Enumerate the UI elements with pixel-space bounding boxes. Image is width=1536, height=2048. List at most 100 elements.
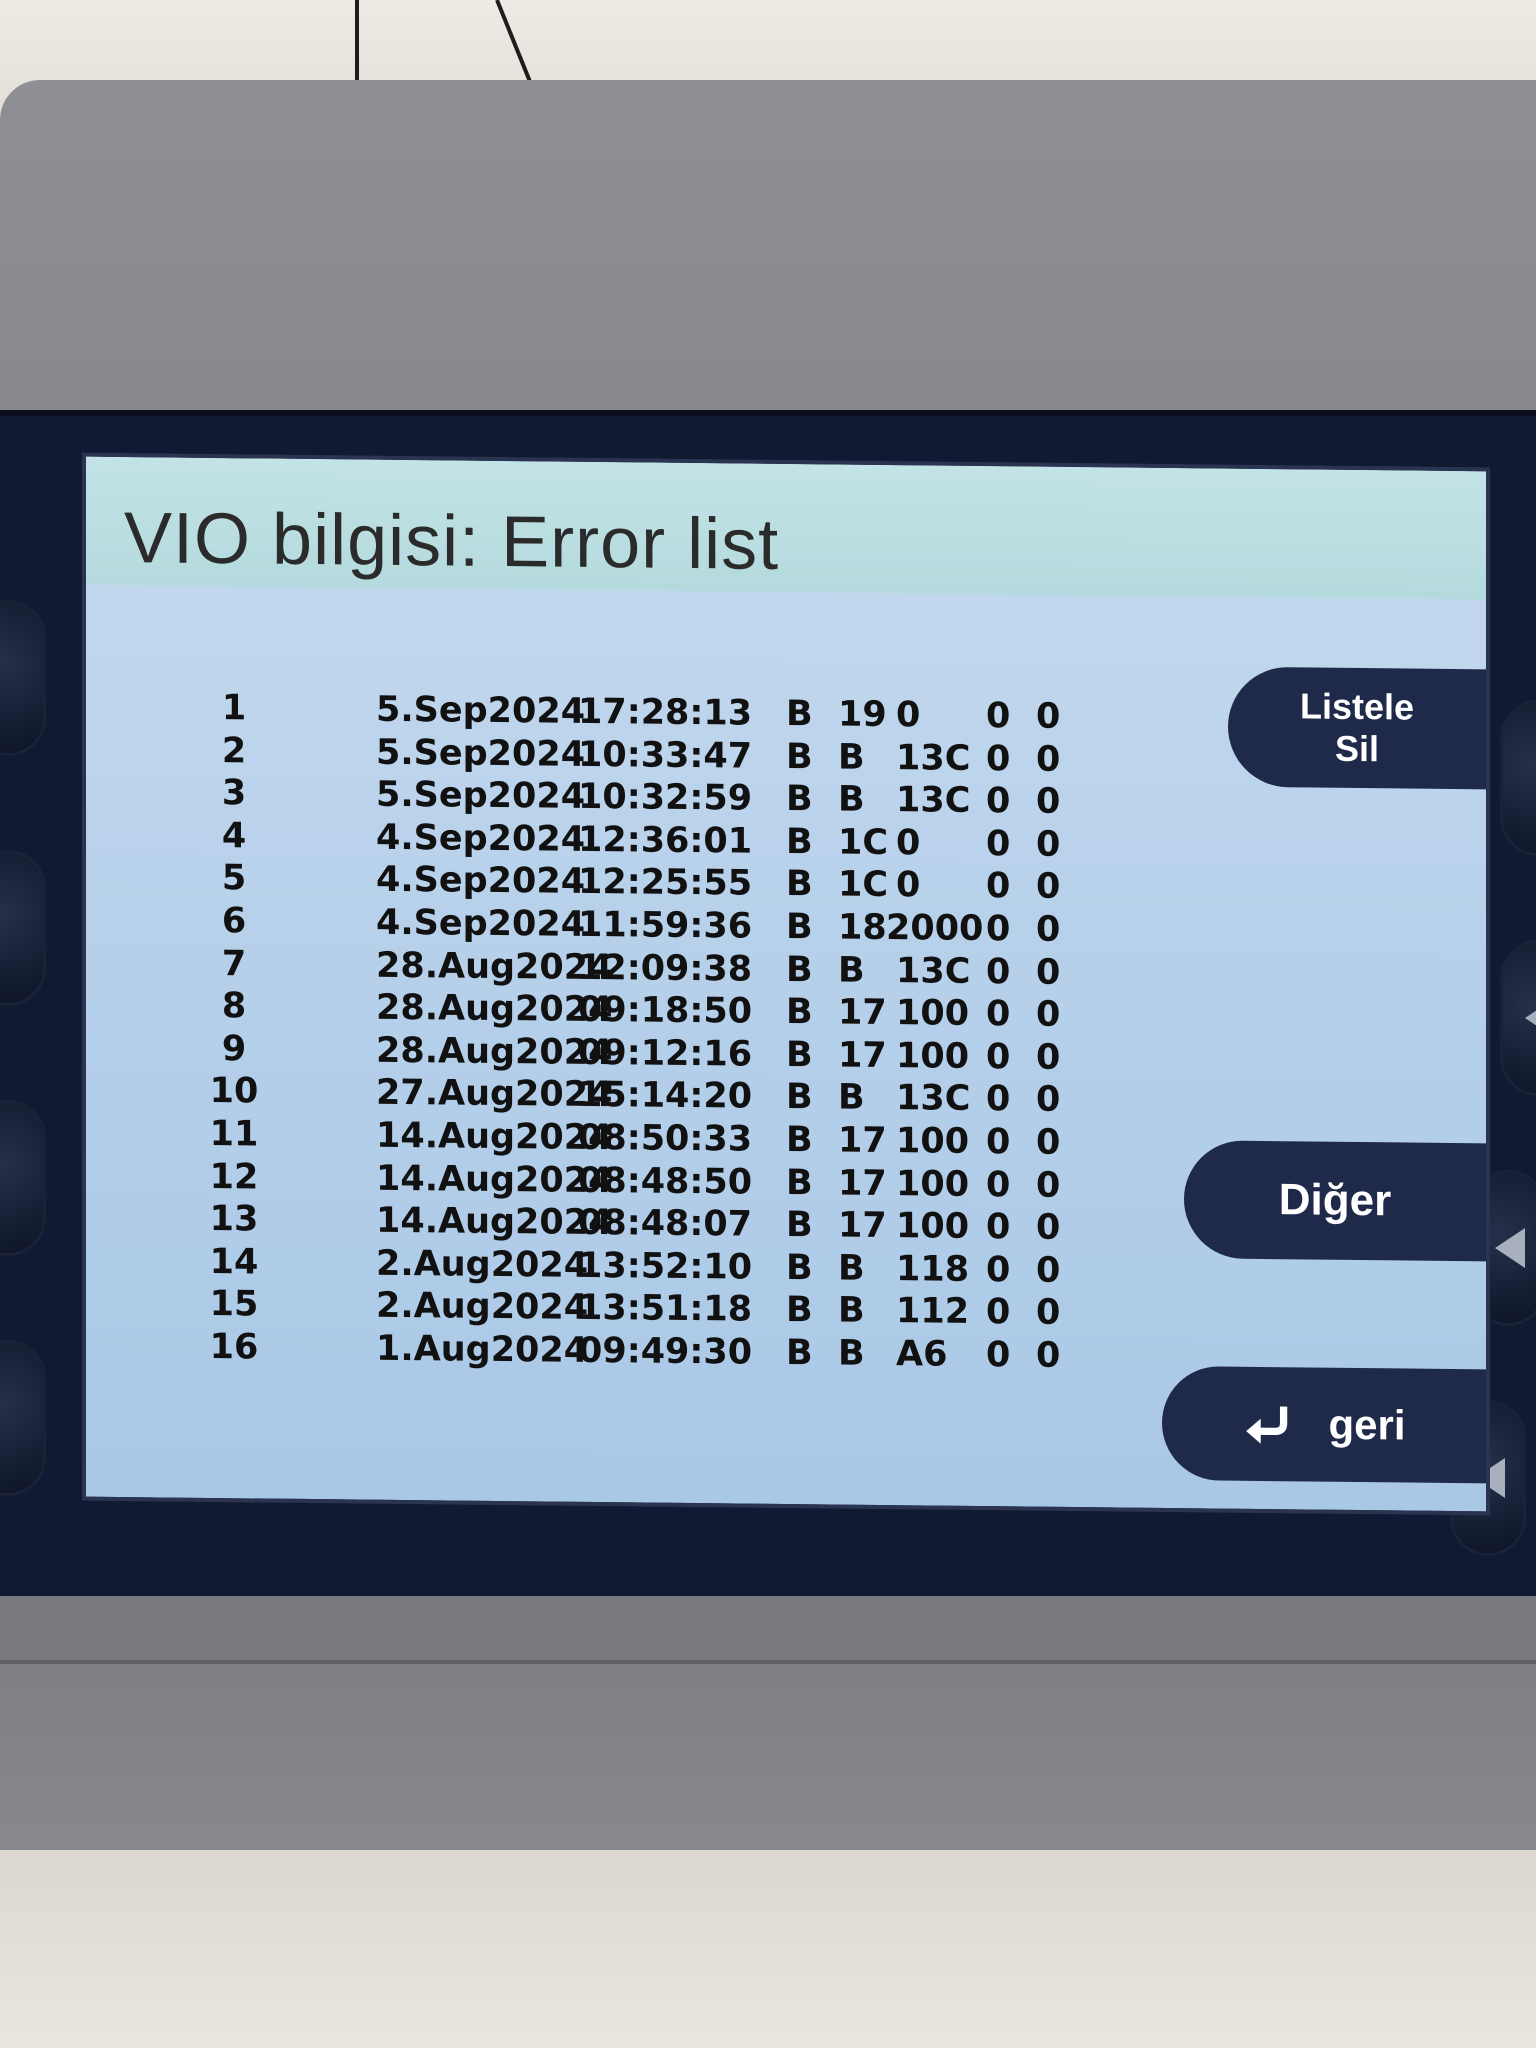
row-code: 0	[986, 1249, 1011, 1291]
row-code: B	[786, 779, 813, 820]
row-code: 13C	[896, 950, 971, 992]
row-code: 0	[986, 909, 1011, 950]
row-number: 4	[221, 815, 247, 857]
right-side-button-2[interactable]	[1500, 940, 1536, 1096]
row-code: B	[838, 1290, 865, 1332]
row-code: B	[786, 1290, 813, 1331]
row-time: 08:50:33	[578, 1117, 753, 1160]
row-code: 0	[1036, 994, 1061, 1036]
row-time: 17:28:13	[578, 691, 753, 734]
row-code: 100	[896, 1035, 970, 1077]
other-label: Diğer	[1278, 1175, 1392, 1226]
row-code: 0	[1036, 781, 1061, 823]
row-code: 18	[838, 907, 887, 949]
row-number: 10	[209, 1071, 259, 1112]
row-code: 13C	[896, 780, 971, 822]
row-code: 17	[838, 1205, 887, 1247]
left-side-button-1[interactable]	[0, 600, 46, 756]
row-code: 0	[986, 1335, 1011, 1376]
back-button[interactable]: geri	[1162, 1365, 1486, 1484]
row-date: 27.Aug2024	[376, 1073, 613, 1116]
row-number: 6	[221, 901, 247, 942]
row-code: 0	[1036, 696, 1061, 737]
triangle-left-icon	[1525, 998, 1536, 1038]
row-code: 0	[1036, 1037, 1061, 1078]
row-code: B	[786, 949, 813, 990]
error-list: 1 5.Sep2024 17:28:13 B 19 0 0 0 2 5.Sep2024 10:33:…	[86, 687, 1186, 1376]
row-code: B	[786, 864, 813, 905]
row-date: 5.Sep2024	[376, 774, 586, 818]
row-code: 0	[1036, 824, 1061, 865]
other-button[interactable]: Diğer	[1184, 1140, 1486, 1262]
row-time: 11:59:36	[578, 904, 753, 947]
row-code: 0	[1036, 952, 1061, 993]
row-code: 0	[896, 822, 921, 864]
row-date: 14.Aug2024	[376, 1115, 613, 1159]
row-code: 19	[838, 694, 887, 736]
row-number: 1	[221, 688, 247, 729]
row-date: 5.Sep2024	[376, 689, 586, 732]
row-date: 2.Aug2024	[376, 1243, 589, 1286]
row-code: B	[786, 1247, 813, 1289]
row-code: 0	[986, 1079, 1011, 1120]
row-code: B	[838, 1077, 865, 1119]
row-code: 0	[986, 823, 1011, 865]
row-code: 13C	[896, 1078, 971, 1120]
row-code: B	[786, 694, 813, 735]
row-number: 11	[209, 1113, 259, 1155]
row-code: 2000	[886, 908, 984, 950]
row-time: 08:48:07	[578, 1203, 753, 1245]
row-code: 0	[986, 1122, 1011, 1163]
row-code: 0	[1036, 1335, 1061, 1376]
row-time: 13:51:18	[578, 1288, 753, 1331]
row-code: 0	[986, 1036, 1011, 1078]
row-code: 0	[1036, 1250, 1061, 1291]
left-side-button-3[interactable]	[0, 1100, 46, 1256]
row-time: 12:36:01	[578, 819, 753, 862]
row-date: 28.Aug2024	[376, 945, 613, 988]
row-code: B	[838, 950, 865, 991]
row-date: 5.Sep2024	[376, 732, 586, 775]
list-delete-button[interactable]: Listele Sil	[1228, 666, 1486, 790]
left-side-button-2[interactable]	[0, 850, 46, 1006]
row-code: B	[838, 1333, 865, 1374]
row-time: 10:32:59	[578, 777, 753, 819]
row-code: 0	[1036, 1122, 1061, 1163]
row-code: B	[786, 1333, 813, 1374]
row-code: 13C	[896, 737, 971, 779]
row-time: 15:14:20	[578, 1075, 753, 1118]
row-number: 14	[209, 1241, 259, 1283]
row-code: 0	[1036, 867, 1061, 908]
row-code: 17	[838, 1035, 887, 1076]
row-code: B	[786, 1120, 813, 1161]
row-code: 118	[896, 1248, 970, 1290]
row-code: 112	[896, 1291, 970, 1333]
row-code: A6	[896, 1334, 948, 1375]
row-time: 08:48:50	[578, 1160, 753, 1203]
right-side-button-1[interactable]	[1500, 700, 1536, 856]
row-code: B	[786, 736, 813, 777]
row-code: 0	[1036, 1165, 1061, 1206]
row-code: B	[786, 1077, 813, 1118]
row-code: B	[838, 737, 865, 778]
left-side-button-4[interactable]	[0, 1340, 46, 1496]
row-code: 0	[896, 695, 921, 736]
row-date: 28.Aug2024	[376, 1030, 613, 1073]
row-code: 0	[1036, 909, 1061, 950]
row-number: 9	[221, 1028, 247, 1070]
row-code: 0	[1036, 1293, 1061, 1334]
row-number: 2	[221, 730, 247, 771]
row-code: 1C	[838, 864, 889, 906]
row-number: 3	[221, 773, 247, 814]
row-number: 7	[221, 943, 247, 984]
row-number: 13	[209, 1199, 259, 1240]
row-number: 12	[209, 1156, 259, 1198]
row-time: 12:09:38	[578, 947, 753, 990]
row-code: 0	[986, 781, 1011, 822]
row-date: 4.Sep2024	[376, 902, 586, 945]
back-label: geri	[1328, 1400, 1406, 1449]
row-time: 12:25:55	[578, 862, 753, 905]
row-number: 16	[209, 1326, 259, 1368]
row-code: 0	[986, 738, 1011, 779]
triangle-left-icon	[1495, 1228, 1525, 1268]
